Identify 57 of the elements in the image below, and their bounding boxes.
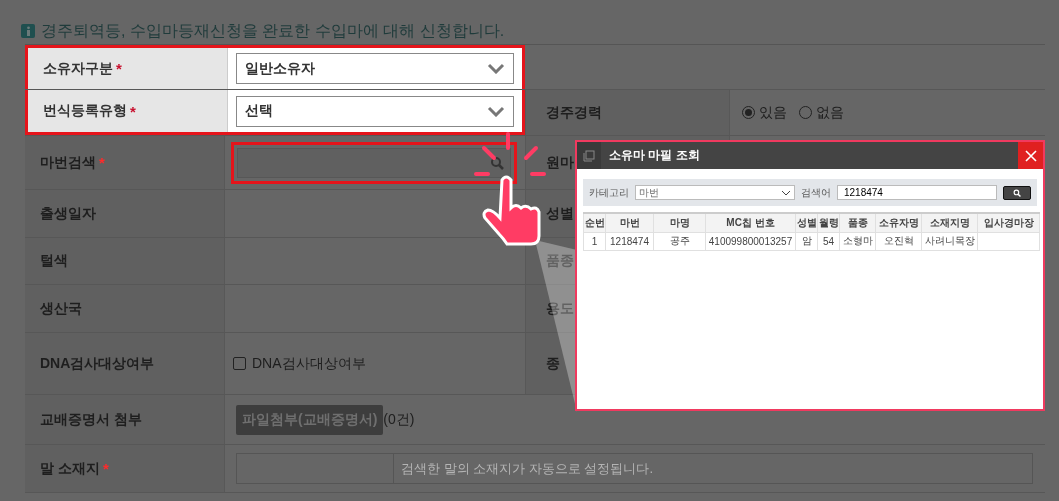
location-field[interactable]: 검색한 말의 소재지가 자동으로 설정됩니다.: [394, 453, 1033, 484]
column-header: 성별: [795, 213, 818, 232]
keyword-field[interactable]: 1218474: [837, 185, 997, 200]
info-icon: [21, 24, 35, 38]
close-icon: [1024, 149, 1037, 162]
file-count: (0건): [383, 410, 415, 429]
column-header: 소유자명: [875, 213, 922, 232]
required-mark: *: [116, 60, 122, 77]
field-label: 마번검색: [40, 153, 96, 172]
table-cell: 410099800013257: [705, 232, 796, 250]
field-label: 출생일자: [40, 204, 96, 223]
select-field[interactable]: 선택: [236, 95, 514, 127]
search-icon: [1013, 188, 1021, 197]
field-label: 말 소재지: [40, 459, 100, 478]
column-header: MC칩 번호: [705, 213, 796, 232]
column-header: 입사경마장: [977, 213, 1040, 232]
table-cell: 1218474: [605, 232, 654, 250]
field-label: 생산국: [40, 299, 82, 318]
notice-text: 경주퇴역등, 수입마등재신청을 완료한 수입마에 대해 신청합니다.: [41, 20, 505, 41]
checkbox-label: DNA검사대상여부: [252, 354, 366, 373]
field-label: 털색: [40, 252, 68, 270]
window-icon[interactable]: [577, 142, 601, 169]
field-label: 경주경력: [525, 90, 730, 135]
table-cell: 암: [795, 232, 818, 250]
table-cell: 54: [817, 232, 840, 250]
table-cell: 오진혁: [875, 232, 922, 250]
table-cell: 1: [583, 232, 606, 250]
column-header: 소재지명: [921, 213, 978, 232]
column-header: 순번: [583, 213, 606, 232]
chevron-down-icon: [781, 189, 791, 196]
category-select[interactable]: 마번: [635, 185, 795, 200]
table-cell: [977, 232, 1040, 250]
column-header: 품종: [839, 213, 876, 232]
required-mark: *: [99, 154, 105, 171]
column-header: 마명: [653, 213, 706, 232]
field-label: 교배증명서 첨부: [40, 410, 142, 429]
keyword-label: 검색어: [801, 185, 831, 200]
search-button[interactable]: [1003, 185, 1031, 200]
table-cell: 사려니목장: [921, 232, 978, 250]
popup-title: 소유마 마필 조회: [608, 147, 701, 164]
field-label: DNA검사대상여부: [40, 354, 155, 373]
chevron-down-icon: [487, 63, 505, 74]
close-button[interactable]: [1018, 142, 1043, 169]
table-cell: 소형마: [839, 232, 876, 250]
field-label: 번식등록유형: [43, 102, 127, 120]
search-icon: [490, 155, 504, 170]
chevron-down-icon: [487, 105, 505, 117]
required-mark: *: [102, 460, 109, 477]
table-cell: 공주: [653, 232, 706, 250]
result-row[interactable]: 1 1218474 공주 410099800013257 암 54 소형마 오진혁 사려니목장: [583, 232, 1040, 250]
column-header: 마번: [605, 213, 654, 232]
checkbox[interactable]: [233, 357, 246, 370]
search-field[interactable]: [237, 147, 511, 178]
select-field[interactable]: 일반소유자: [236, 53, 514, 84]
field-label: 소유자구분: [43, 59, 113, 78]
column-header: 월령: [817, 213, 840, 232]
required-mark: *: [130, 102, 136, 120]
